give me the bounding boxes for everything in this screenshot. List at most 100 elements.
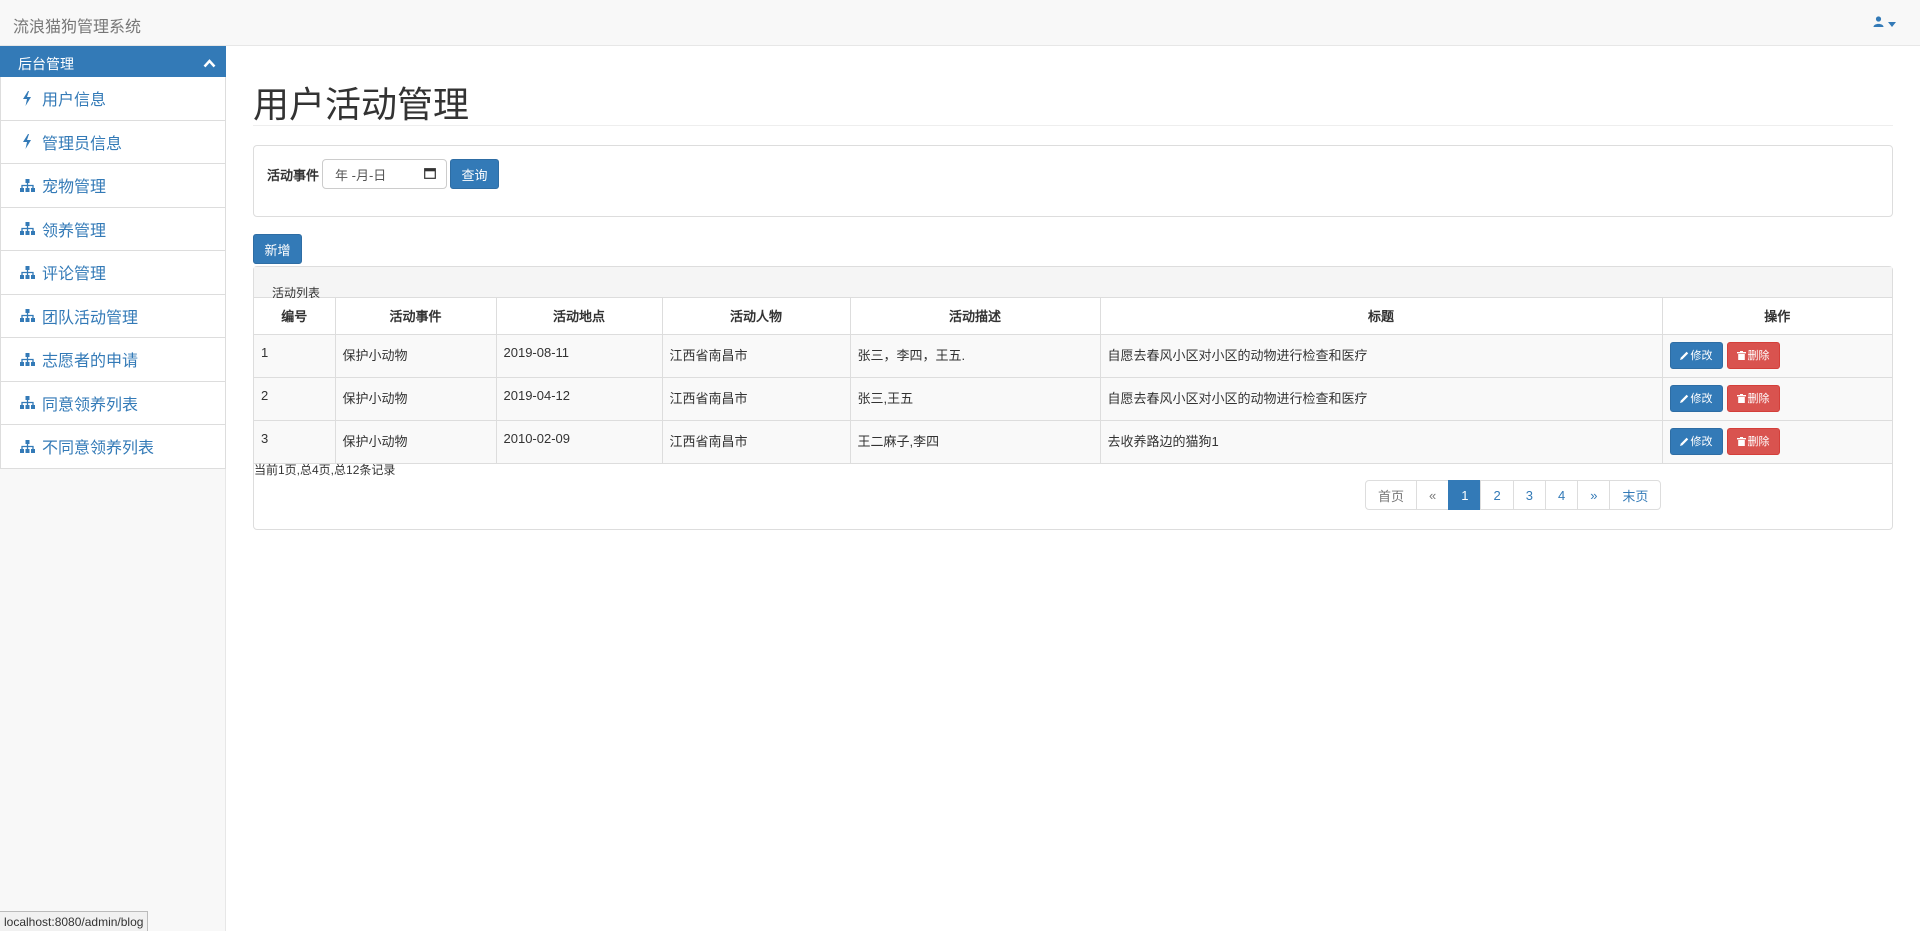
column-header-people[interactable]: 活动人物: [661, 298, 851, 335]
trash-icon: [1736, 393, 1746, 403]
sidebar-item-label: 领养管理: [42, 222, 107, 240]
table-row: 3 保护小动物 2010-02-09 江西省南昌市 王二麻子,李四 去收养路边的…: [254, 420, 1892, 464]
delete-button[interactable]: 删除: [1726, 384, 1780, 412]
cell-place: 江西省南昌市: [661, 334, 851, 378]
cell-id: 3: [254, 420, 336, 464]
pager-next[interactable]: »: [1577, 480, 1611, 510]
sitemap-icon: [19, 177, 35, 193]
edit-label: 修改: [1690, 393, 1713, 405]
bolt-icon: [19, 90, 35, 106]
column-header-description[interactable]: 活动描述: [849, 298, 1101, 335]
pencil-icon: [1679, 351, 1688, 360]
cell-people: 张三，李四，王五.: [849, 334, 1101, 378]
edit-button[interactable]: 修改: [1669, 341, 1723, 369]
sidebar-item-label: 不同意领养列表: [42, 440, 155, 458]
cell-title: 去收养路边的猫狗1: [1099, 420, 1663, 464]
caret-down-icon: [1888, 14, 1896, 30]
add-button[interactable]: 新增: [253, 234, 302, 264]
cell-date: 2010-02-09: [495, 420, 663, 464]
sidebar-item-volunteer-application[interactable]: 志愿者的申请: [0, 338, 226, 382]
chevron-up-icon[interactable]: [203, 55, 216, 71]
sidebar-item-label: 评论管理: [42, 266, 107, 284]
delete-label: 删除: [1747, 350, 1770, 362]
calendar-icon[interactable]: [424, 167, 436, 182]
search-button[interactable]: 查询: [450, 159, 499, 189]
pager-page-2[interactable]: 2: [1480, 480, 1514, 510]
page-title: 用户活动管理: [253, 84, 470, 125]
cell-title: 自愿去春风小区对小区的动物进行检查和医疗: [1099, 334, 1663, 378]
search-panel: 活动事件 年 -月-日 查询: [253, 145, 1893, 217]
pager-page-1[interactable]: 1: [1448, 480, 1482, 510]
sidebar: 后台管理 用户信息 管理员信息 宠物管理 领养管理 评论管理 团队活动管理 志愿…: [0, 46, 226, 931]
pager-prev[interactable]: «: [1416, 480, 1450, 510]
edit-label: 修改: [1690, 350, 1713, 362]
list-panel-header: 活动列表: [254, 267, 1892, 300]
app-title[interactable]: 流浪猫狗管理系统: [13, 13, 141, 37]
sidebar-item-adoption-management[interactable]: 领养管理: [0, 207, 226, 251]
column-header-title[interactable]: 标题: [1099, 298, 1663, 335]
sidebar-item-pet-management[interactable]: 宠物管理: [0, 164, 226, 208]
sidebar-menu: 用户信息 管理员信息 宠物管理 领养管理 评论管理 团队活动管理 志愿者的申请: [0, 77, 226, 469]
record-info: 当前1页,总4页,总12条记录: [254, 463, 396, 477]
column-header-location[interactable]: 活动地点: [495, 298, 663, 335]
pager-page-3[interactable]: 3: [1512, 480, 1546, 510]
sitemap-icon: [19, 395, 35, 411]
edit-button[interactable]: 修改: [1669, 384, 1723, 412]
pencil-icon: [1679, 394, 1688, 403]
sidebar-item-label: 管理员信息: [42, 135, 123, 153]
activity-table: 编号 活动事件 活动地点 活动人物 活动描述 标题 操作 1 保护小动物 201…: [254, 298, 1892, 464]
sitemap-icon: [19, 351, 35, 367]
column-header-id[interactable]: 编号: [254, 298, 336, 335]
delete-label: 删除: [1747, 436, 1770, 448]
cell-people: 王二麻子,李四: [849, 420, 1101, 464]
delete-button[interactable]: 删除: [1726, 341, 1780, 369]
pagination: 首页 « 1 2 3 4 » 末页: [1365, 480, 1662, 510]
sidebar-item-comment-management[interactable]: 评论管理: [0, 251, 226, 295]
cell-people: 张三,王五: [849, 377, 1101, 421]
sidebar-header-label: 后台管理: [18, 56, 74, 72]
delete-button[interactable]: 删除: [1726, 427, 1780, 455]
table-row: 1 保护小动物 2019-08-11 江西省南昌市 张三，李四，王五. 自愿去春…: [254, 334, 1892, 378]
sidebar-item-label: 同意领养列表: [42, 396, 139, 414]
trash-icon: [1736, 350, 1746, 360]
sidebar-header[interactable]: 后台管理: [0, 46, 226, 77]
sidebar-item-label: 用户信息: [42, 92, 107, 110]
sidebar-item-label: 团队活动管理: [42, 309, 139, 327]
column-header-event[interactable]: 活动事件: [334, 298, 497, 335]
sidebar-item-user-info[interactable]: 用户信息: [0, 77, 226, 121]
table-header-row: 编号 活动事件 活动地点 活动人物 活动描述 标题 操作: [254, 298, 1892, 335]
sidebar-item-rejected-adoptions[interactable]: 不同意领养列表: [0, 425, 226, 469]
pager-last[interactable]: 末页: [1609, 480, 1662, 510]
pager-first[interactable]: 首页: [1365, 480, 1418, 510]
activity-list-panel: 活动列表 编号 活动事件 活动地点 活动人物 活动描述 标题 操作 1 保护小动…: [253, 266, 1893, 530]
pager-page-4[interactable]: 4: [1544, 480, 1579, 510]
sitemap-icon: [19, 264, 35, 280]
cell-date: 2019-08-11: [495, 334, 663, 378]
trash-icon: [1736, 436, 1746, 446]
user-icon: [1873, 14, 1884, 30]
date-input[interactable]: 年 -月-日: [322, 159, 447, 189]
edit-button[interactable]: 修改: [1669, 427, 1723, 455]
cell-date: 2019-04-12: [495, 377, 663, 421]
cell-actions: 修改 删除: [1661, 420, 1892, 464]
title-divider: [253, 125, 1893, 126]
sidebar-item-label: 志愿者的申请: [42, 353, 139, 371]
sidebar-item-admin-info[interactable]: 管理员信息: [0, 120, 226, 164]
sitemap-icon: [19, 308, 35, 324]
user-menu[interactable]: [1873, 14, 1896, 30]
sidebar-item-label: 宠物管理: [42, 179, 107, 197]
status-url: localhost:8080/admin/blog: [0, 911, 149, 931]
cell-title: 自愿去春风小区对小区的动物进行检查和医疗: [1099, 377, 1663, 421]
search-label: 活动事件: [267, 168, 320, 183]
sitemap-icon: [19, 221, 35, 237]
cell-place: 江西省南昌市: [661, 377, 851, 421]
delete-label: 删除: [1747, 393, 1770, 405]
pencil-icon: [1679, 437, 1688, 446]
date-placeholder: 年 -月-日: [335, 167, 387, 183]
cell-id: 2: [254, 377, 336, 421]
cell-event: 保护小动物: [334, 334, 497, 378]
top-navbar: 流浪猫狗管理系统: [0, 0, 1920, 46]
cell-id: 1: [254, 334, 336, 378]
sidebar-item-approved-adoptions[interactable]: 同意领养列表: [0, 381, 226, 425]
sidebar-item-team-activity[interactable]: 团队活动管理: [0, 294, 226, 338]
